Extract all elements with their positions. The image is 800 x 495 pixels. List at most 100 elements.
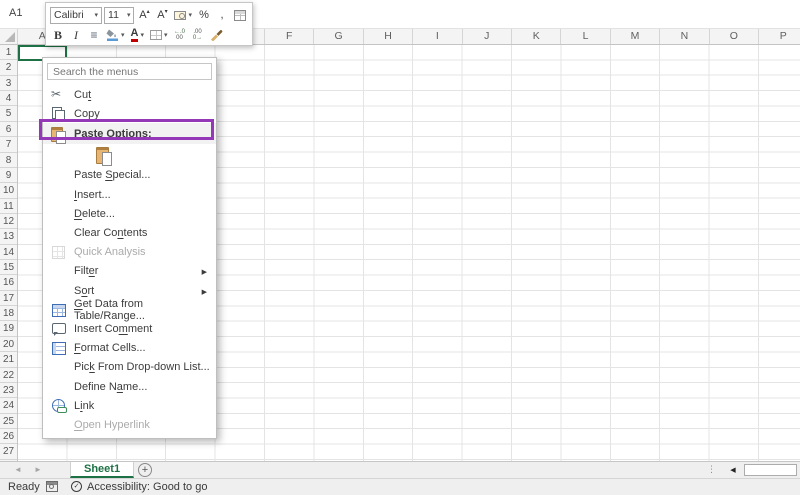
- scroll-left-button[interactable]: [726, 464, 740, 477]
- previous-sheet-button[interactable]: [14, 465, 22, 474]
- row-header-16[interactable]: 16: [0, 275, 17, 290]
- column-header-g[interactable]: G: [314, 29, 363, 44]
- percent-style-button[interactable]: %: [196, 6, 212, 24]
- column-header-m[interactable]: M: [611, 29, 660, 44]
- column-header-i[interactable]: I: [413, 29, 462, 44]
- center-align-button[interactable]: ≡: [86, 26, 102, 44]
- menu-item-delete[interactable]: Delete...: [43, 204, 216, 223]
- accounting-number-format-button[interactable]: ▾: [172, 6, 194, 24]
- menu-item-label: Sort: [74, 285, 94, 297]
- menu-item-filter[interactable]: Filter: [43, 262, 216, 281]
- menu-icon-spacer: [51, 207, 66, 221]
- row-header-10[interactable]: 10: [0, 183, 17, 198]
- menu-item-paste-keep-source-formatting[interactable]: [43, 144, 216, 166]
- row-header-23[interactable]: 23: [0, 383, 17, 398]
- select-all-triangle-icon: [5, 32, 15, 42]
- horizontal-scrollbar-thumb[interactable]: [744, 464, 797, 476]
- row-header-3[interactable]: 3: [0, 76, 17, 91]
- row-header-25[interactable]: 25: [0, 414, 17, 429]
- search-input[interactable]: [47, 63, 212, 80]
- row-header-13[interactable]: 13: [0, 229, 17, 244]
- accessibility-icon: [71, 481, 82, 492]
- chevron-down-icon: ▾: [121, 31, 125, 39]
- new-sheet-button[interactable]: [138, 463, 152, 477]
- chevron-down-icon: ▾: [95, 11, 99, 19]
- paste-keep-source-formatting-icon[interactable]: [96, 147, 111, 164]
- menu-item-clear-contents[interactable]: Clear Contents: [43, 223, 216, 242]
- row-header-15[interactable]: 15: [0, 260, 17, 275]
- row-header-5[interactable]: 5: [0, 106, 17, 121]
- decrease-font-size-button[interactable]: A▾: [154, 6, 170, 24]
- sheet-tab-sheet1[interactable]: Sheet1: [70, 462, 134, 478]
- row-header-18[interactable]: 18: [0, 306, 17, 321]
- row-header-11[interactable]: 11: [0, 199, 17, 214]
- menu-item-cut[interactable]: Cut: [43, 85, 216, 104]
- menu-item-label: Insert Comment: [74, 323, 152, 335]
- cut-icon: [51, 88, 66, 102]
- menu-icon-spacer: [51, 226, 66, 240]
- menu-icon-spacer: [51, 264, 66, 278]
- name-box[interactable]: A1: [9, 7, 22, 19]
- row-header-24[interactable]: 24: [0, 398, 17, 413]
- font-size-select[interactable]: 11 ▾: [104, 7, 134, 24]
- accessibility-status[interactable]: Accessibility: Good to go: [87, 481, 207, 493]
- select-all-corner[interactable]: [0, 29, 18, 44]
- row-header-9[interactable]: 9: [0, 168, 17, 183]
- menu-icon-spacer: [51, 168, 66, 182]
- bold-button[interactable]: B: [50, 26, 66, 44]
- menu-item-insert-comment[interactable]: Insert Comment: [43, 319, 216, 338]
- row-header-27[interactable]: 27: [0, 444, 17, 459]
- format-painter-button[interactable]: [208, 26, 226, 44]
- row-header-12[interactable]: 12: [0, 214, 17, 229]
- borders-button[interactable]: ▾: [148, 26, 170, 44]
- menu-item-label: Paste Special...: [74, 169, 150, 181]
- decrease-decimal-button[interactable]: [190, 26, 206, 44]
- next-sheet-button[interactable]: [34, 465, 42, 474]
- menu-item-pick-from-drop-down-list[interactable]: Pick From Drop-down List...: [43, 358, 216, 377]
- column-header-f[interactable]: F: [265, 29, 314, 44]
- menu-item-format-cells[interactable]: Format Cells...: [43, 339, 216, 358]
- row-header-19[interactable]: 19: [0, 321, 17, 336]
- menu-item-paste-special[interactable]: Paste Special...: [43, 166, 216, 185]
- sheet-tab-bar: Sheet1: [0, 461, 800, 478]
- row-header-8[interactable]: 8: [0, 153, 17, 168]
- column-header-j[interactable]: J: [463, 29, 512, 44]
- row-header-20[interactable]: 20: [0, 337, 17, 352]
- increase-decimal-button[interactable]: [172, 26, 188, 44]
- font-color-button[interactable]: A ▾: [129, 26, 146, 44]
- fill-color-button[interactable]: ▾: [104, 26, 127, 44]
- tab-splitter-handle[interactable]: [707, 464, 716, 475]
- format-as-table-button[interactable]: [232, 6, 248, 24]
- row-header-7[interactable]: 7: [0, 137, 17, 152]
- mini-toolbar-row-1: Calibri ▾ 11 ▾ A▴ A▾ ▾ % ,: [50, 5, 248, 25]
- row-header-22[interactable]: 22: [0, 368, 17, 383]
- row-header-26[interactable]: 26: [0, 429, 17, 444]
- column-header-p[interactable]: P: [759, 29, 800, 44]
- italic-button[interactable]: I: [68, 26, 84, 44]
- row-header-1[interactable]: 1: [0, 45, 17, 60]
- menu-item-get-data-from-table-range[interactable]: Get Data from Table/Range...: [43, 300, 216, 319]
- row-header-4[interactable]: 4: [0, 91, 17, 106]
- comma-style-button[interactable]: ,: [214, 6, 230, 24]
- paste-options-highlight: [39, 119, 214, 140]
- menu-item-define-name[interactable]: Define Name...: [43, 377, 216, 396]
- menu-item-link[interactable]: Link: [43, 396, 216, 415]
- column-header-k[interactable]: K: [512, 29, 561, 44]
- font-name-select[interactable]: Calibri ▾: [50, 7, 102, 24]
- macro-record-icon[interactable]: [46, 481, 58, 492]
- menu-icon-spacer: [51, 284, 66, 298]
- row-header-6[interactable]: 6: [0, 122, 17, 137]
- row-header-2[interactable]: 2: [0, 60, 17, 75]
- column-header-o[interactable]: O: [710, 29, 759, 44]
- column-header-n[interactable]: N: [660, 29, 709, 44]
- chevron-down-icon: ▾: [127, 11, 131, 19]
- row-header-17[interactable]: 17: [0, 291, 17, 306]
- column-header-l[interactable]: L: [561, 29, 610, 44]
- row-header-14[interactable]: 14: [0, 245, 17, 260]
- menu-icon-spacer: [51, 380, 66, 394]
- menu-item-insert[interactable]: Insert...: [43, 185, 216, 204]
- column-header-h[interactable]: H: [364, 29, 413, 44]
- increase-font-size-button[interactable]: A▴: [136, 6, 152, 24]
- row-header-21[interactable]: 21: [0, 352, 17, 367]
- font-color-icon: A: [131, 28, 139, 42]
